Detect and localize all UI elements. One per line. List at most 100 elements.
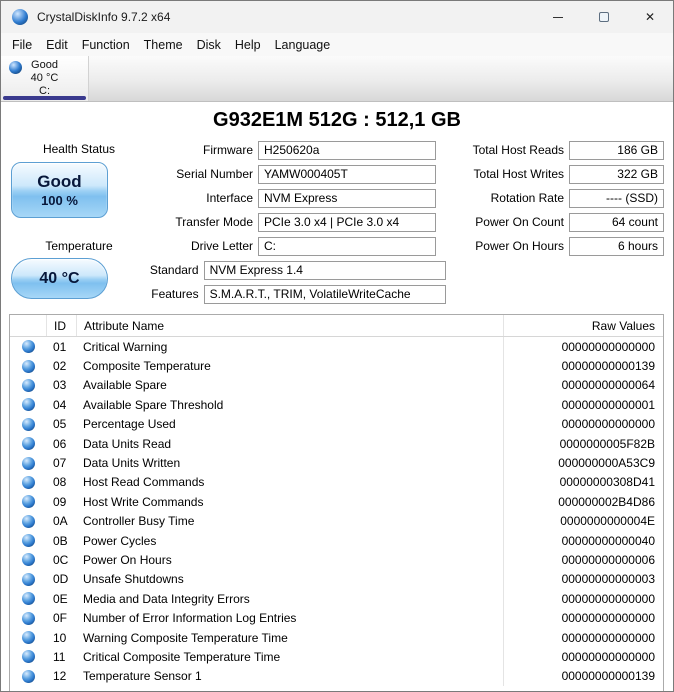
attr-id: 01 <box>46 340 76 354</box>
smart-attribute-row[interactable]: 02 Composite Temperature 00000000000139 <box>10 356 663 375</box>
attr-id: 09 <box>46 495 76 509</box>
attr-name: Temperature Sensor 1 <box>76 669 503 683</box>
close-icon: ✕ <box>645 11 655 23</box>
smart-attribute-row[interactable]: 09 Host Write Commands 000000002B4D86 <box>10 492 663 511</box>
status-good-dot-icon <box>22 592 35 605</box>
smart-attribute-row[interactable]: 01 Critical Warning 00000000000000 <box>10 337 663 356</box>
smart-attribute-row[interactable]: 0D Unsafe Shutdowns 00000000000003 <box>10 570 663 589</box>
attr-raw: 00000000000000 <box>503 337 663 356</box>
info-field: Drive Letter C: <box>1 234 446 258</box>
maximize-button[interactable] <box>581 1 627 33</box>
menu-item-language[interactable]: Language <box>268 35 338 55</box>
attr-raw: 00000000000139 <box>503 356 663 375</box>
smart-attribute-row[interactable]: 0F Number of Error Information Log Entri… <box>10 608 663 627</box>
menu-item-edit[interactable]: Edit <box>39 35 75 55</box>
attr-name: Available Spare <box>76 378 503 392</box>
field-label: Serial Number <box>121 167 258 181</box>
status-dot-cell <box>10 492 46 511</box>
col-header-name: Attribute Name <box>76 315 503 336</box>
field-value: H250620a <box>258 141 436 160</box>
smart-attribute-row[interactable]: 04 Available Spare Threshold 00000000000… <box>10 395 663 414</box>
attr-id: 10 <box>46 631 76 645</box>
minimize-icon <box>553 17 563 18</box>
drive-tab-c[interactable]: Good 40 °C C: <box>1 56 89 101</box>
status-good-dot-icon <box>22 379 35 392</box>
status-dot-cell <box>10 628 46 647</box>
status-dot-cell <box>10 570 46 589</box>
smart-attribute-row[interactable]: 10 Warning Composite Temperature Time 00… <box>10 628 663 647</box>
status-good-dot-icon <box>22 573 35 586</box>
status-dot-cell <box>10 395 46 414</box>
field-value: ---- (SSD) <box>569 189 664 208</box>
attr-name: Data Units Written <box>76 456 503 470</box>
smart-table-header: ID Attribute Name Raw Values <box>10 315 663 337</box>
status-dot-cell <box>10 356 46 375</box>
attr-raw: 00000000000000 <box>503 608 663 627</box>
field-value: 322 GB <box>569 165 664 184</box>
field-value: 6 hours <box>569 237 664 256</box>
drive-details: Firmware H250620a Serial Number YAMW0004… <box>1 138 446 306</box>
status-dot-cell <box>10 473 46 492</box>
attr-id: 06 <box>46 437 76 451</box>
menu-item-theme[interactable]: Theme <box>137 35 190 55</box>
status-dot-cell <box>10 589 46 608</box>
attr-id: 0C <box>46 553 76 567</box>
drive-title: G932E1M 512G : 512,1 GB <box>1 109 673 132</box>
info-field: Interface NVM Express <box>1 186 446 210</box>
field-value: NVM Express <box>258 189 436 208</box>
attr-raw: 00000000000000 <box>503 589 663 608</box>
menu-item-help[interactable]: Help <box>228 35 268 55</box>
smart-attribute-row[interactable]: 05 Percentage Used 00000000000000 <box>10 415 663 434</box>
attr-name: Number of Error Information Log Entries <box>76 611 503 625</box>
status-good-dot-icon <box>22 360 35 373</box>
app-disk-icon <box>12 9 28 25</box>
field-label: Total Host Reads <box>446 143 569 157</box>
smart-attribute-row[interactable]: 0A Controller Busy Time 0000000000004E <box>10 512 663 531</box>
status-good-dot-icon <box>22 650 35 663</box>
smart-attribute-row[interactable]: 0C Power On Hours 00000000000006 <box>10 550 663 569</box>
smart-table: ID Attribute Name Raw Values 01 Critical… <box>9 314 664 691</box>
attr-name: Power On Hours <box>76 553 503 567</box>
attr-id: 07 <box>46 456 76 470</box>
attr-raw: 00000000000001 <box>503 395 663 414</box>
field-label: Standard <box>121 263 204 277</box>
smart-attribute-row[interactable]: 11 Critical Composite Temperature Time 0… <box>10 647 663 666</box>
field-label: Firmware <box>121 143 258 157</box>
status-dot-cell <box>10 608 46 627</box>
tab-active-indicator <box>3 96 86 100</box>
attr-id: 0B <box>46 534 76 548</box>
smart-attribute-row[interactable]: 08 Host Read Commands 00000000308D41 <box>10 473 663 492</box>
status-good-dot-icon <box>22 495 35 508</box>
smart-attribute-row[interactable]: 06 Data Units Read 0000000005F82B <box>10 434 663 453</box>
smart-attribute-row[interactable]: 0E Media and Data Integrity Errors 00000… <box>10 589 663 608</box>
col-header-status <box>10 315 46 336</box>
status-good-dot-icon <box>22 631 35 644</box>
smart-attribute-row[interactable]: 03 Available Spare 00000000000064 <box>10 376 663 395</box>
attr-name: Composite Temperature <box>76 359 503 373</box>
info-field: Features S.M.A.R.T., TRIM, VolatileWrite… <box>1 282 446 306</box>
field-label: Power On Count <box>446 215 569 229</box>
window-title: CrystalDiskInfo 9.7.2 x64 <box>37 10 170 24</box>
smart-attribute-row[interactable]: 0B Power Cycles 00000000000040 <box>10 531 663 550</box>
attr-id: 0D <box>46 572 76 586</box>
smart-attribute-row[interactable]: 07 Data Units Written 000000000A53C9 <box>10 453 663 472</box>
menu-item-function[interactable]: Function <box>75 35 137 55</box>
attr-raw: 00000000000040 <box>503 531 663 550</box>
info-field: Total Host Writes 322 GB <box>446 162 672 186</box>
field-label: Transfer Mode <box>121 215 258 229</box>
tab-health-status: Good <box>1 59 88 72</box>
status-good-dot-icon <box>22 340 35 353</box>
attr-name: Data Units Read <box>76 437 503 451</box>
menu-item-disk[interactable]: Disk <box>190 35 228 55</box>
maximize-icon <box>599 12 609 22</box>
info-field: Rotation Rate ---- (SSD) <box>446 186 672 210</box>
minimize-button[interactable] <box>535 1 581 33</box>
smart-attribute-row[interactable]: 12 Temperature Sensor 1 00000000000139 <box>10 667 663 686</box>
info-field: Total Host Reads 186 GB <box>446 138 672 162</box>
status-dot-cell <box>10 531 46 550</box>
attr-name: Host Write Commands <box>76 495 503 509</box>
field-value: 64 count <box>569 213 664 232</box>
field-value: S.M.A.R.T., TRIM, VolatileWriteCache <box>204 285 446 304</box>
menu-item-file[interactable]: File <box>5 35 39 55</box>
close-button[interactable]: ✕ <box>627 1 673 33</box>
